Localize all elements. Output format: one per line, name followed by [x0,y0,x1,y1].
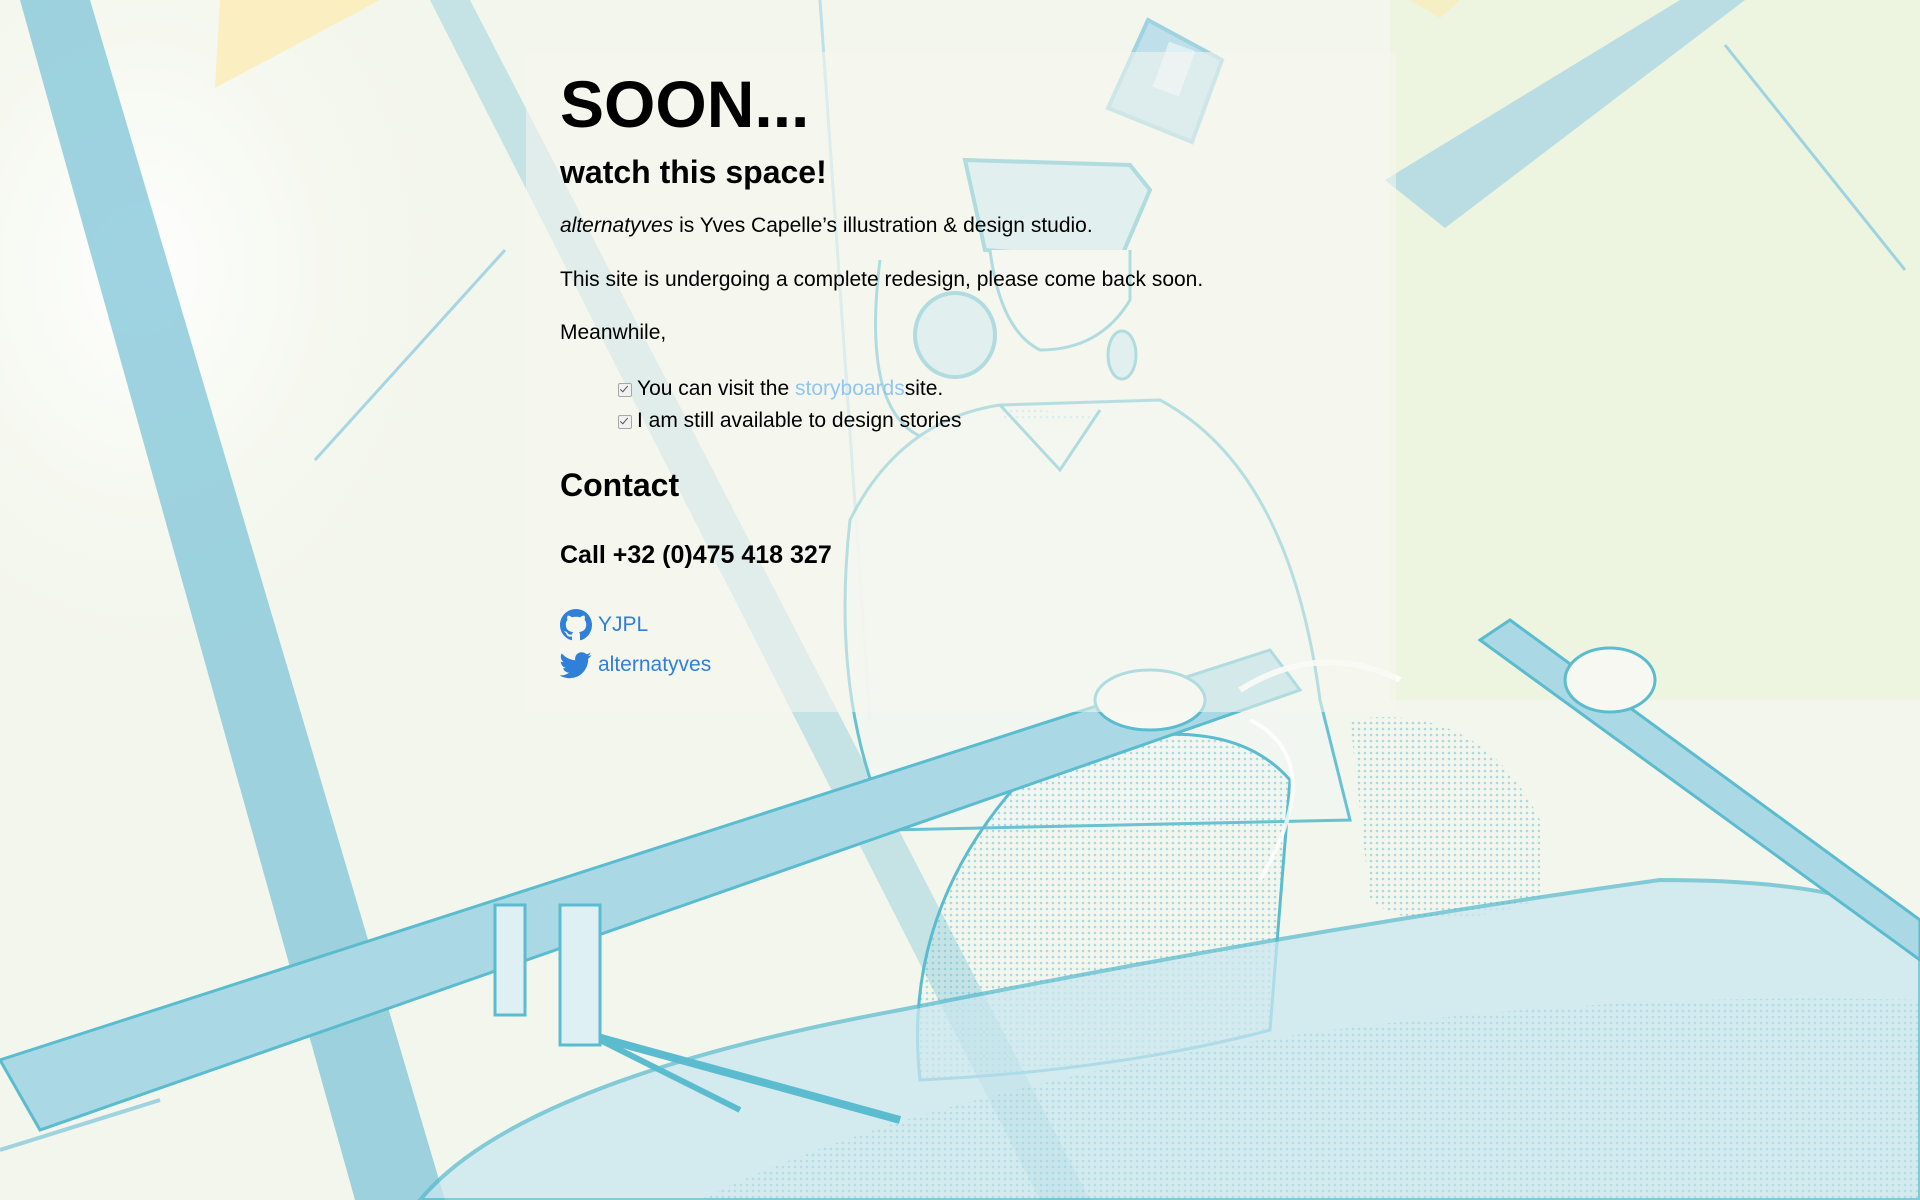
phone-number: Call +32 (0)475 418 327 [560,541,832,569]
checkbox-checked-icon[interactable] [618,383,632,397]
storyboards-link[interactable]: storyboards [795,373,905,405]
list-item-text-after: site. [904,377,944,400]
page-subtitle: watch this space! [560,154,827,190]
github-row: YJPL [560,605,1380,645]
main-content: SOON... watch this space! alternatyves i… [560,62,1380,685]
list-item-text-before: You can visit the [637,377,790,400]
social-links: YJPL alternatyves [560,605,1380,685]
contact-heading: Contact [560,467,680,503]
twitter-icon[interactable] [560,649,592,681]
checklist: You can visit the storyboards site. I am… [560,373,1380,437]
github-link[interactable]: YJPL [598,613,648,637]
meanwhile-text: Meanwhile, [560,321,667,344]
twitter-row: alternatyves [560,645,1380,685]
list-item: I am still available to design stories [618,405,1380,437]
intro-text: is Yves Capelle’s illustration & design … [673,214,1093,237]
brand-name: alternatyves [560,214,674,237]
github-icon[interactable] [560,609,592,641]
list-item-text: I am still available to design stories [637,409,962,432]
checkbox-checked-icon[interactable] [618,415,632,429]
page-title: SOON... [560,67,810,141]
page: SOON... watch this space! alternatyves i… [0,0,1920,1200]
redesign-notice: This site is undergoing a complete redes… [560,268,1204,291]
list-item: You can visit the storyboards site. [618,373,1380,405]
twitter-link[interactable]: alternatyves [598,653,711,677]
intro-paragraph: alternatyves is Yves Capelle’s illustrat… [560,212,1380,240]
